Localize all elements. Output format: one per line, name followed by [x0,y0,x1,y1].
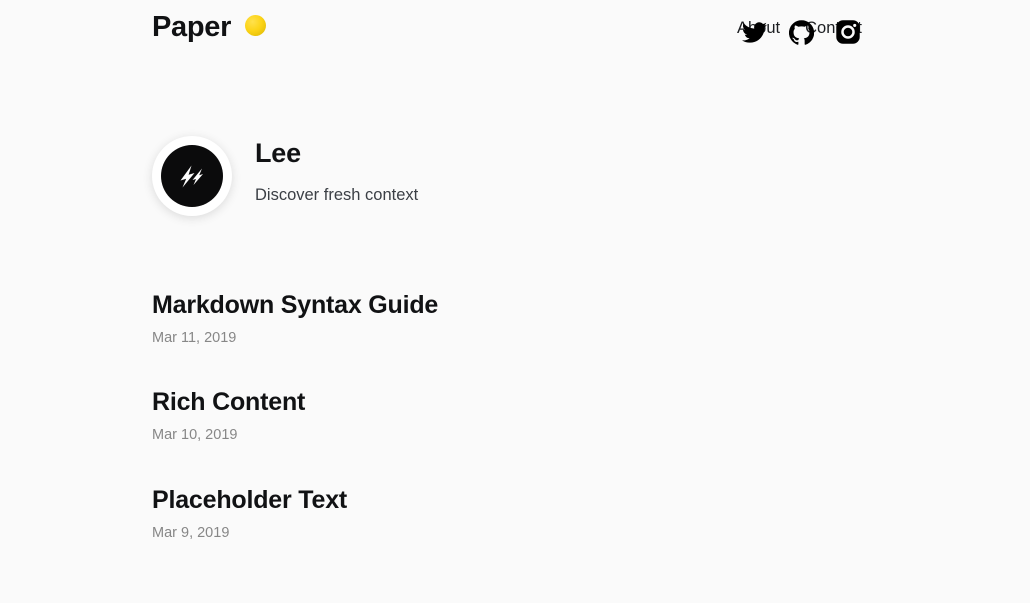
post-title-link[interactable]: Rich Content [152,387,912,417]
profile-name: Lee [255,138,301,168]
github-link[interactable] [786,17,816,47]
instagram-link[interactable] [833,17,863,47]
list-item: Markdown Syntax Guide Mar 11, 2019 [152,290,912,347]
post-title-link[interactable]: Placeholder Text [152,485,912,515]
social-links [739,17,863,47]
site-logo-link[interactable]: Paper [152,11,267,43]
twitter-icon [741,20,767,45]
post-date: Mar 11, 2019 [152,330,237,346]
instagram-icon [835,19,861,45]
list-item: Rich Content Mar 10, 2019 [152,387,912,444]
page-root: Paper About Contact [0,0,1030,603]
twitter-link[interactable] [739,17,769,47]
lightning-bolt-icon [172,156,212,196]
profile-tagline: Discover fresh context [255,186,419,205]
list-item: Placeholder Text Mar 9, 2019 [152,485,912,542]
avatar [152,136,232,216]
post-list: Markdown Syntax Guide Mar 11, 2019 Rich … [152,290,912,542]
full-moon-emoji [245,15,267,40]
profile-block: Lee Discover fresh context [152,132,418,216]
site-title: Paper [152,11,232,43]
post-date: Mar 10, 2019 [152,427,238,444]
site-header: Paper About Contact [0,0,1030,64]
post-title-link[interactable]: Markdown Syntax Guide [152,290,912,320]
avatar-disc [161,145,223,207]
github-icon [788,19,814,45]
post-date: Mar 9, 2019 [152,524,230,541]
profile-text: Lee Discover fresh context [255,132,418,206]
